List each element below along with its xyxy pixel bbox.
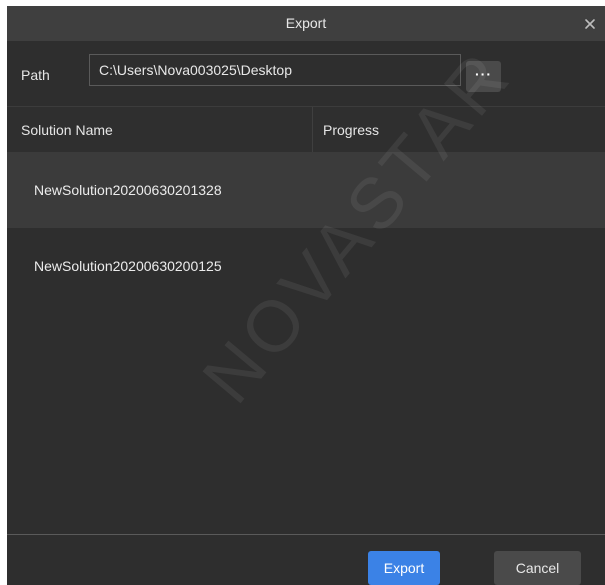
solution-name-cell: NewSolution20200630200125 [34,258,222,274]
cancel-button[interactable]: Cancel [494,551,581,585]
title-bar: Export [7,6,605,41]
dialog-footer: Export Cancel [7,534,605,585]
column-header-progress[interactable]: Progress [323,107,379,153]
export-button[interactable]: Export [368,551,440,585]
export-dialog: Export Path ··· Solution Name Progress N… [7,6,605,585]
dialog-title: Export [285,15,327,31]
table-row[interactable]: NewSolution20200630200125 [7,228,605,304]
close-icon [585,18,595,29]
table-header: Solution Name Progress [7,106,605,153]
path-input[interactable] [89,54,461,86]
path-row: Path ··· [7,41,605,113]
path-label: Path [21,67,50,83]
solution-name-cell: NewSolution20200630201328 [34,182,222,198]
table-row[interactable]: NewSolution20200630201328 [7,152,605,228]
ellipsis-icon: ··· [475,65,492,82]
close-button[interactable] [581,6,599,41]
browse-button[interactable]: ··· [466,61,501,92]
column-header-solution-name[interactable]: Solution Name [7,107,313,153]
